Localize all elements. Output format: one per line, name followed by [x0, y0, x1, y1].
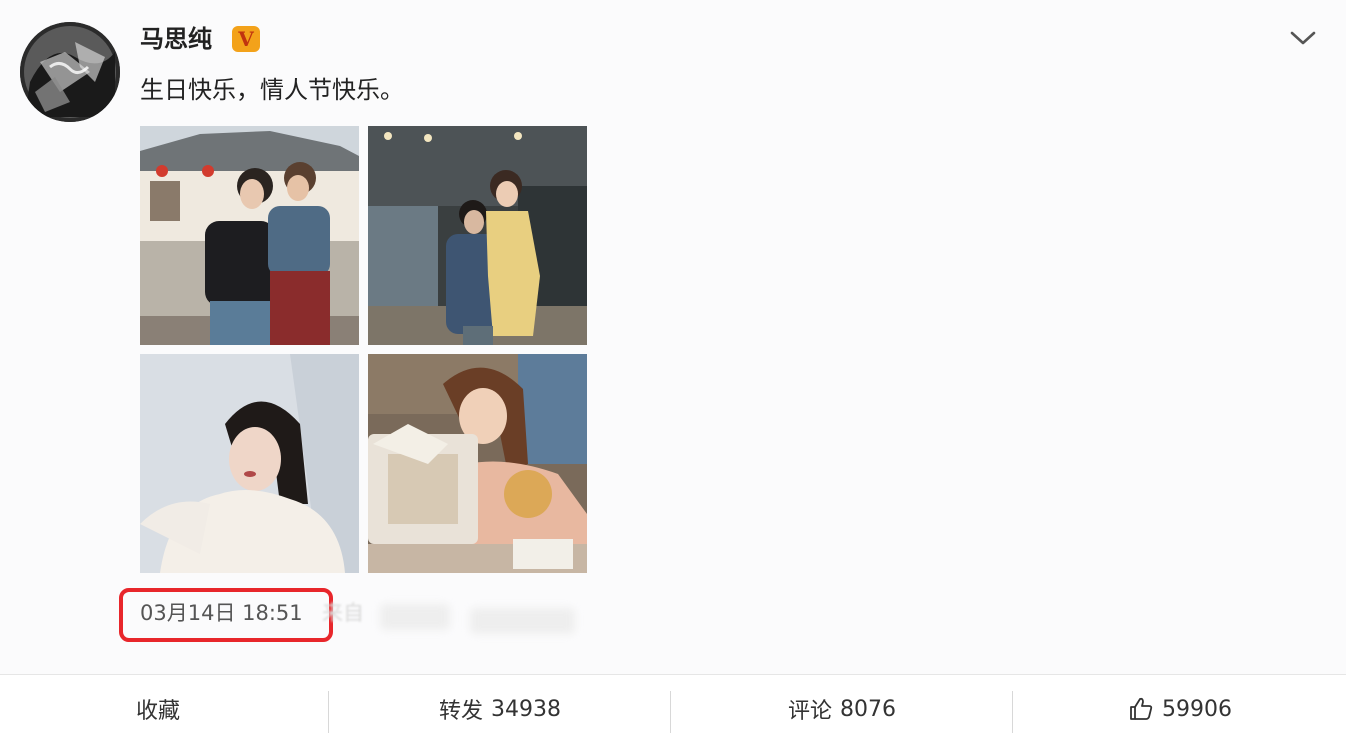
post-source: 来自: [322, 601, 364, 625]
post-photo[interactable]: [140, 354, 359, 573]
thumbs-up-icon: [1128, 696, 1154, 722]
repost-button[interactable]: 转发 34938: [330, 675, 670, 742]
verified-v-icon: V: [232, 26, 260, 52]
post-photo[interactable]: [140, 126, 359, 345]
action-bar: 收藏 转发 34938 评论 8076 59906: [0, 674, 1346, 742]
collect-label: 收藏: [136, 699, 181, 724]
collect-button[interactable]: 收藏: [0, 675, 328, 742]
username[interactable]: 马思纯: [140, 22, 212, 56]
divider: [1012, 691, 1013, 733]
comment-count: 8076: [840, 696, 896, 722]
blurred-source: [470, 608, 575, 634]
like-count: 59906: [1162, 696, 1232, 722]
blurred-source: [380, 604, 450, 630]
like-button[interactable]: 59906: [1014, 675, 1346, 742]
comment-label: 评论: [787, 699, 832, 724]
divider: [670, 691, 671, 733]
divider: [328, 691, 329, 733]
chevron-down-icon[interactable]: [1290, 28, 1316, 48]
weibo-post-card: 马思纯 V 生日快乐，情人节快乐。 03月14日 18:51 来自 收藏 转发 …: [0, 0, 1346, 742]
highlight-annotation: [119, 588, 333, 642]
avatar[interactable]: [20, 22, 120, 122]
post-text: 生日快乐，情人节快乐。: [140, 76, 404, 104]
post-photo[interactable]: [368, 354, 587, 573]
repost-count: 34938: [491, 696, 561, 722]
repost-label: 转发: [438, 699, 483, 724]
post-photo[interactable]: [368, 126, 587, 345]
comment-button[interactable]: 评论 8076: [672, 675, 1012, 742]
